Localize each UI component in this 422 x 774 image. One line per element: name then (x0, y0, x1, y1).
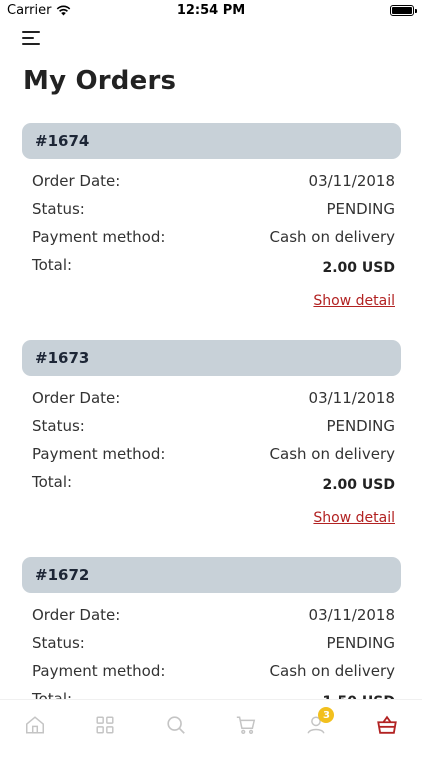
order-total-label: Total: (32, 256, 73, 274)
order-total-row: Total: 2.00 USD (32, 256, 395, 284)
order-date-label: Order Date: (32, 172, 121, 190)
order-payment-label: Payment method: (32, 228, 166, 246)
order-header[interactable]: #1673 (22, 340, 401, 376)
basket-icon (376, 715, 397, 734)
order-payment-value: Cash on delivery (269, 662, 395, 680)
show-detail-link[interactable]: Show detail (313, 510, 395, 526)
tab-cart[interactable] (226, 709, 266, 741)
order-status-value: PENDING (326, 417, 395, 435)
order-status-label: Status: (32, 634, 85, 652)
cart-icon (236, 716, 256, 734)
menu-button[interactable] (22, 28, 44, 48)
show-detail-link[interactable]: Show detail (313, 293, 395, 309)
menu-icon-line (22, 31, 40, 33)
menu-icon-line (22, 43, 40, 45)
page-title: My Orders (23, 66, 177, 96)
order-date-value: 03/11/2018 (308, 606, 395, 624)
order-status-value: PENDING (326, 634, 395, 652)
order-payment-row: Payment method: Cash on delivery (32, 228, 395, 256)
order-status-label: Status: (32, 200, 85, 218)
order-status-row: Status: PENDING (32, 634, 395, 662)
order-payment-value: Cash on delivery (269, 228, 395, 246)
order-payment-value: Cash on delivery (269, 445, 395, 463)
clock: 12:54 PM (176, 3, 246, 18)
tab-account[interactable]: 3 (296, 707, 336, 741)
order-date-row: Order Date: 03/11/2018 (32, 389, 395, 417)
order-payment-row: Payment method: Cash on delivery (32, 662, 395, 690)
order-total-value: 2.00 USD (322, 477, 396, 493)
tab-bar: 3 (0, 699, 422, 750)
order-card: #1674 Order Date: 03/11/2018 Status: PEN… (22, 123, 401, 340)
order-total-label: Total: (32, 473, 73, 491)
order-status-row: Status: PENDING (32, 417, 395, 445)
tab-home[interactable] (15, 709, 55, 741)
order-date-value: 03/11/2018 (308, 389, 395, 407)
grid-icon (96, 716, 115, 734)
order-date-label: Order Date: (32, 606, 121, 624)
order-status-value: PENDING (326, 200, 395, 218)
order-header[interactable]: #1674 (22, 123, 401, 159)
account-badge: 3 (318, 707, 335, 723)
order-payment-row: Payment method: Cash on delivery (32, 445, 395, 473)
order-status-row: Status: PENDING (32, 200, 395, 228)
menu-icon-line (22, 37, 34, 39)
battery-icon (390, 5, 417, 16)
order-payment-label: Payment method: (32, 662, 166, 680)
order-total-value: 2.00 USD (322, 260, 396, 276)
order-status-label: Status: (32, 417, 85, 435)
tab-orders[interactable] (367, 709, 407, 741)
order-date-value: 03/11/2018 (308, 172, 395, 190)
tab-categories[interactable] (85, 709, 125, 741)
tab-search[interactable] (156, 709, 196, 741)
order-date-row: Order Date: 03/11/2018 (32, 172, 395, 200)
status-bar: Carrier 12:54 PM (0, 0, 422, 22)
order-date-label: Order Date: (32, 389, 121, 407)
order-card: #1673 Order Date: 03/11/2018 Status: PEN… (22, 340, 401, 557)
order-date-row: Order Date: 03/11/2018 (32, 606, 395, 634)
order-payment-label: Payment method: (32, 445, 166, 463)
order-header[interactable]: #1672 (22, 557, 401, 593)
home-icon (26, 716, 45, 734)
search-icon (167, 716, 185, 734)
order-total-row: Total: 2.00 USD (32, 473, 395, 501)
orders-list: #1674 Order Date: 03/11/2018 Status: PEN… (22, 123, 401, 774)
